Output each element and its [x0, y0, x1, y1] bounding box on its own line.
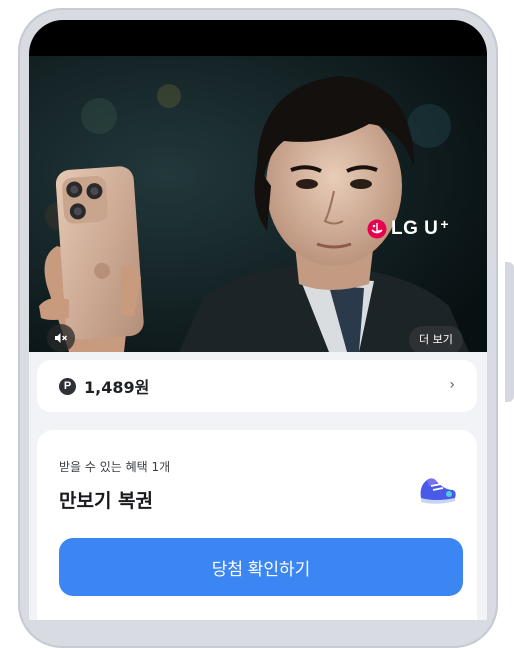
benefit-card: 받을 수 있는 혜택 1개 만보기 복권 당첨 확인하기: [37, 430, 477, 620]
mute-icon: [55, 333, 67, 343]
check-winning-button[interactable]: 당첨 확인하기: [59, 538, 463, 596]
hero-image: [29, 56, 487, 352]
brand-text: LG U: [391, 218, 439, 239]
status-bar: [29, 20, 487, 58]
benefit-title: 만보기 복권: [59, 490, 154, 512]
benefit-subtitle: 받을 수 있는 혜택 1개: [59, 460, 171, 474]
point-icon: P: [59, 377, 76, 395]
chevron-right-icon: ›: [449, 377, 455, 393]
hero-banner[interactable]: LG U + 더 보기: [29, 56, 487, 352]
brand-logo: LG U +: [367, 216, 450, 240]
brand-plus: +: [440, 216, 450, 232]
more-button[interactable]: 더 보기: [409, 326, 463, 352]
points-value: 1,489원: [84, 378, 150, 397]
mute-button[interactable]: [47, 324, 75, 352]
lg-logo-icon: [367, 219, 387, 239]
sneaker-icon: [420, 478, 456, 504]
points-card[interactable]: P 1,489원 ›: [37, 360, 477, 412]
phone-screen: LG U + 더 보기 P 1,489원 › 받을 수 있는 혜택 1개 만보기…: [29, 20, 487, 620]
phone-side-button: [505, 262, 514, 402]
main-content: P 1,489원 › 받을 수 있는 혜택 1개 만보기 복권 당첨 확인하기: [29, 352, 487, 620]
